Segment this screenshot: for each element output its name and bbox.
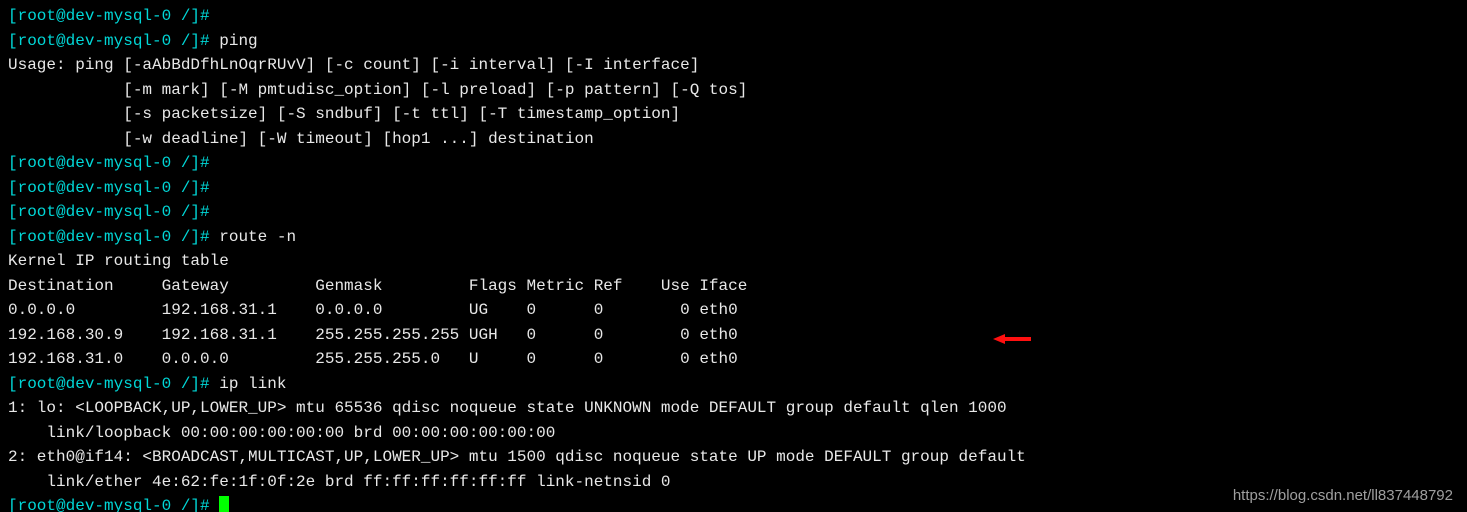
route-header: Destination Gateway Genmask Flags Metric… bbox=[8, 277, 747, 295]
watermark-text: https://blog.csdn.net/ll837448792 bbox=[1233, 487, 1453, 504]
arrow-annotation-icon bbox=[993, 330, 1031, 355]
terminal-output[interactable]: [root@dev-mysql-0 /]# [root@dev-mysql-0 … bbox=[0, 0, 1467, 512]
shell-prompt: [root@dev-mysql-0 /]# bbox=[8, 497, 219, 512]
shell-prompt: [root@dev-mysql-0 /]# bbox=[8, 179, 219, 197]
route-row: 192.168.31.0 0.0.0.0 255.255.255.0 U 0 0… bbox=[8, 350, 738, 368]
shell-prompt: [root@dev-mysql-0 /]# bbox=[8, 154, 219, 172]
route-row: 192.168.30.9 192.168.31.1 255.255.255.25… bbox=[8, 326, 738, 344]
shell-prompt: [root@dev-mysql-0 /]# bbox=[8, 375, 219, 393]
iplink-line: link/loopback 00:00:00:00:00:00 brd 00:0… bbox=[8, 424, 555, 442]
ping-usage-line: [-s packetsize] [-S sndbuf] [-t ttl] [-T… bbox=[8, 105, 680, 123]
cmd-iplink: ip link bbox=[219, 375, 286, 393]
ping-usage-line: [-w deadline] [-W timeout] [hop1 ...] de… bbox=[8, 130, 594, 148]
iplink-line: 2: eth0@if14: <BROADCAST,MULTICAST,UP,LO… bbox=[8, 448, 1026, 466]
route-row: 0.0.0.0 192.168.31.1 0.0.0.0 UG 0 0 0 et… bbox=[8, 301, 738, 319]
route-title: Kernel IP routing table bbox=[8, 252, 229, 270]
shell-prompt: [root@dev-mysql-0 /]# bbox=[8, 32, 219, 50]
shell-prompt: [root@dev-mysql-0 /]# bbox=[8, 228, 219, 246]
cmd-ping: ping bbox=[219, 32, 257, 50]
shell-prompt: [root@dev-mysql-0 /]# bbox=[8, 203, 219, 221]
ping-usage-line: Usage: ping [-aAbBdDfhLnOqrRUvV] [-c cou… bbox=[8, 56, 699, 74]
cursor-icon bbox=[219, 496, 229, 512]
cmd-route: route -n bbox=[219, 228, 296, 246]
shell-prompt: [root@dev-mysql-0 /]# bbox=[8, 7, 219, 25]
ping-usage-line: [-m mark] [-M pmtudisc_option] [-l prelo… bbox=[8, 81, 747, 99]
iplink-line: link/ether 4e:62:fe:1f:0f:2e brd ff:ff:f… bbox=[8, 473, 671, 491]
iplink-line: 1: lo: <LOOPBACK,UP,LOWER_UP> mtu 65536 … bbox=[8, 399, 1007, 417]
